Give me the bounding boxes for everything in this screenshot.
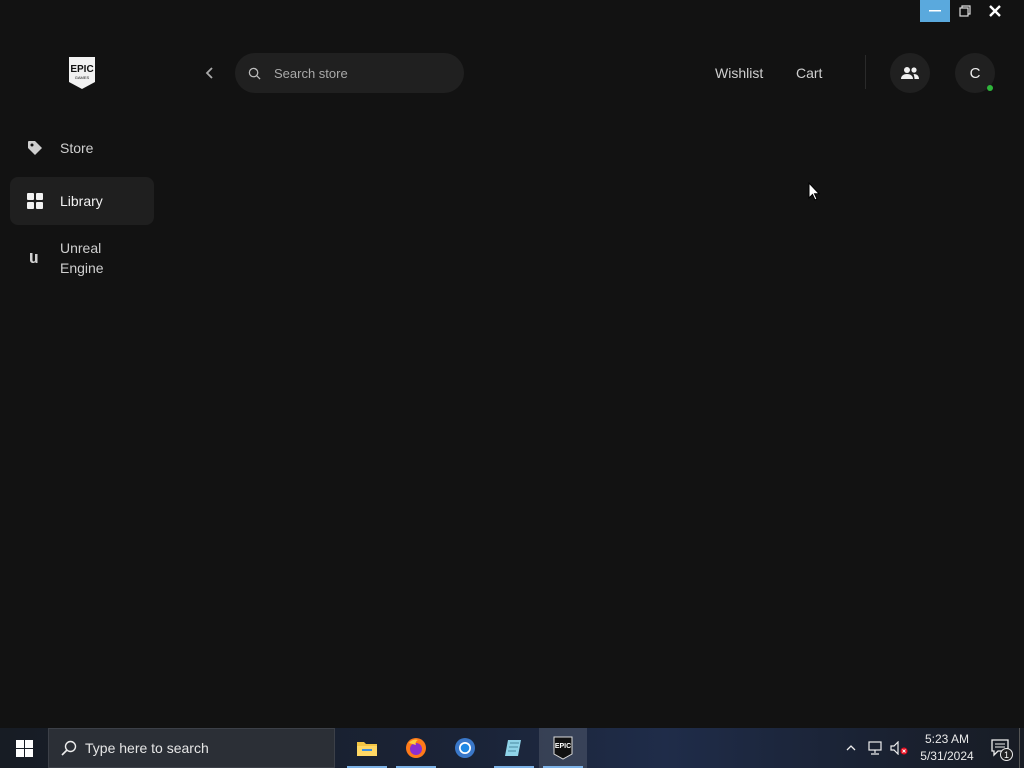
epic-games-icon: EPIC [553, 736, 573, 760]
back-button[interactable] [200, 63, 220, 83]
close-icon [989, 5, 1001, 17]
taskbar-search-text: Type here to search [85, 740, 209, 756]
friends-icon [901, 67, 919, 79]
network-icon [868, 741, 882, 755]
minimize-button[interactable] [920, 0, 950, 22]
svg-text:EPIC: EPIC [70, 64, 93, 75]
sidebar-item-store[interactable]: Store [10, 124, 154, 172]
folder-icon [357, 742, 377, 756]
chevron-left-icon [205, 67, 213, 79]
taskbar-app-file-explorer[interactable] [343, 728, 391, 768]
volume-muted-icon [890, 741, 908, 755]
tag-icon [26, 139, 44, 157]
sidebar-item-label: Unreal Engine [60, 240, 104, 276]
notepad-icon [505, 740, 521, 756]
chevron-up-icon [846, 745, 856, 751]
online-status-indicator [987, 85, 993, 91]
search-icon [248, 67, 261, 80]
epic-games-logo[interactable]: EPIC GAMES [67, 56, 97, 90]
show-hidden-icons-button[interactable] [839, 728, 863, 768]
taskbar-clock[interactable]: 5:23 AM 5/31/2024 [911, 731, 983, 765]
sidebar-item-label: Store [60, 140, 94, 156]
mouse-cursor-icon [808, 181, 821, 206]
unreal-icon [26, 249, 44, 267]
taskbar-search-box[interactable]: Type here to search [48, 728, 335, 768]
sidebar: Store Library Unreal Engine [10, 124, 154, 291]
start-button[interactable] [0, 728, 48, 768]
firefox-icon [406, 738, 426, 758]
show-desktop-button[interactable] [1019, 728, 1024, 768]
windows-logo-icon [15, 739, 33, 757]
svg-text:GAMES: GAMES [75, 75, 90, 80]
taskbar-app-notepad[interactable] [490, 728, 538, 768]
friends-button[interactable] [890, 53, 930, 93]
search-bar[interactable] [235, 53, 464, 93]
chrome-icon [455, 738, 475, 758]
account-avatar-button[interactable]: C [955, 53, 995, 93]
taskbar-app-epic-games[interactable]: EPIC [539, 728, 587, 768]
system-tray: 5:23 AM 5/31/2024 1 [839, 728, 1024, 768]
cart-link[interactable]: Cart [796, 65, 822, 81]
grid-icon [26, 192, 44, 210]
taskbar-app-chrome[interactable] [441, 728, 489, 768]
volume-button[interactable] [887, 728, 911, 768]
windows-taskbar: Type here to search EPIC 5:23 AM 5/31/20… [0, 728, 1024, 768]
taskbar-app-firefox[interactable] [392, 728, 440, 768]
avatar: C [969, 64, 981, 82]
restore-icon [959, 5, 971, 17]
close-button[interactable] [980, 0, 1010, 22]
action-center-button[interactable]: 1 [983, 728, 1019, 768]
search-input[interactable] [274, 65, 444, 81]
wishlist-link[interactable]: Wishlist [715, 65, 763, 81]
header-divider [865, 55, 866, 89]
sidebar-item-unreal-engine[interactable]: Unreal Engine [10, 230, 154, 286]
svg-text:EPIC: EPIC [555, 743, 571, 750]
sidebar-item-label: Library [60, 193, 103, 209]
network-button[interactable] [863, 728, 887, 768]
minimize-icon [929, 10, 941, 12]
clock-date: 5/31/2024 [920, 749, 974, 763]
window-controls [920, 0, 1010, 22]
restore-button[interactable] [950, 0, 980, 22]
search-icon [61, 740, 77, 756]
clock-time: 5:23 AM [924, 732, 970, 746]
notification-count-badge: 1 [1000, 748, 1013, 761]
sidebar-item-library[interactable]: Library [10, 177, 154, 225]
